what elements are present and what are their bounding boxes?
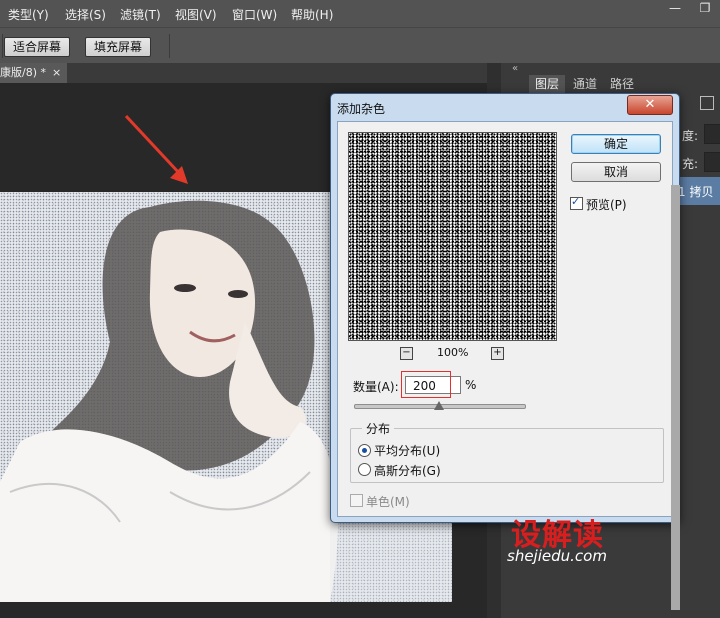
- gaussian-radio[interactable]: [358, 463, 371, 476]
- restore-button[interactable]: ❐: [690, 0, 720, 18]
- collapse-panel-icon[interactable]: «: [512, 63, 518, 74]
- add-noise-dialog: 添加杂色 ✕ − 100% + 确定 取消 预览(P) 数量(A): 200 %…: [330, 93, 680, 523]
- monochromatic-label: 单色(M): [366, 495, 410, 509]
- amount-unit: %: [465, 378, 477, 392]
- menu-type[interactable]: 类型(Y): [8, 6, 49, 23]
- tab-layers[interactable]: 图层: [529, 75, 566, 93]
- uniform-label: 平均分布(U): [374, 444, 441, 458]
- amount-highlight-box: [401, 371, 451, 398]
- fill-screen-button[interactable]: 填充屏幕: [85, 37, 152, 57]
- tab-paths[interactable]: 路径: [610, 75, 634, 93]
- document-tab-bar: 康版/8) * ×: [0, 63, 487, 83]
- document-tab-label: 康版/8) *: [0, 66, 46, 79]
- zoom-in-button[interactable]: +: [491, 347, 504, 360]
- menu-view[interactable]: 视图(V): [175, 6, 217, 23]
- amount-label: 数量(A):: [353, 380, 399, 394]
- menu-bar: 类型(Y) 选择(S) 滤镜(T) 视图(V) 窗口(W) 帮助(H) — ❐: [0, 0, 720, 27]
- cancel-button[interactable]: 取消: [571, 162, 661, 182]
- opacity-label: 度:: [682, 129, 699, 143]
- zoom-out-button[interactable]: −: [400, 347, 413, 360]
- fill-field[interactable]: [704, 152, 720, 172]
- annotation-arrow: [124, 114, 188, 184]
- ok-button[interactable]: 确定: [571, 134, 661, 154]
- opacity-field[interactable]: [704, 124, 720, 144]
- arrow-head-icon: [170, 166, 188, 184]
- distribution-title: 分布: [362, 420, 395, 437]
- dialog-title: 添加杂色: [337, 102, 386, 116]
- options-bar: 适合屏幕 填充屏幕: [0, 27, 720, 64]
- panel-scrollbar[interactable]: [671, 185, 680, 610]
- dialog-close-button[interactable]: ✕: [627, 95, 673, 115]
- preview-noise-image: [349, 133, 556, 340]
- gaussian-label: 高斯分布(G): [374, 464, 441, 478]
- menu-help[interactable]: 帮助(H): [291, 6, 333, 23]
- minimize-button[interactable]: —: [660, 0, 690, 18]
- options-separator: [2, 34, 3, 58]
- tab-channels[interactable]: 通道: [573, 75, 597, 93]
- fill-label: 充:: [682, 157, 699, 171]
- document-tab[interactable]: 康版/8) * ×: [0, 63, 67, 83]
- menu-window[interactable]: 窗口(W): [232, 6, 277, 23]
- preview-label: 预览(P): [586, 198, 627, 212]
- amount-slider-thumb[interactable]: [434, 401, 444, 410]
- layer-name: 1 拷贝: [678, 185, 714, 199]
- preview-checkbox[interactable]: [570, 195, 583, 210]
- options-separator: [169, 34, 170, 58]
- watermark-url: shejiedu.com: [507, 547, 607, 565]
- fit-screen-button[interactable]: 适合屏幕: [4, 37, 71, 57]
- close-icon[interactable]: ×: [52, 63, 61, 83]
- filter-preview[interactable]: [348, 132, 557, 341]
- dialog-body: − 100% + 确定 取消 预览(P) 数量(A): 200 % 分布 平均分…: [337, 121, 673, 517]
- uniform-radio[interactable]: [358, 444, 371, 457]
- menu-select[interactable]: 选择(S): [65, 6, 106, 23]
- monochromatic-checkbox[interactable]: [350, 494, 363, 507]
- zoom-level: 100%: [437, 346, 469, 359]
- lock-artboard-icon[interactable]: [700, 96, 714, 110]
- menu-filter[interactable]: 滤镜(T): [120, 6, 161, 23]
